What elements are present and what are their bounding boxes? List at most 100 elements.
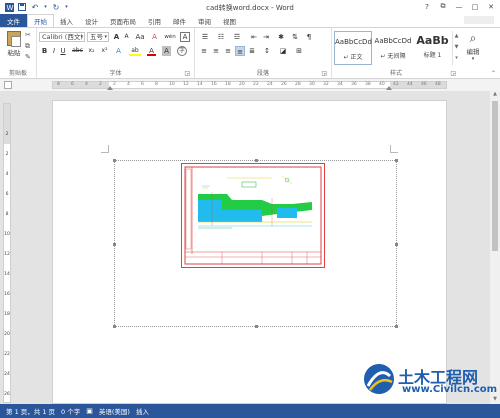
style-normal[interactable]: AaBbCcDd ↵ 正文: [334, 31, 372, 65]
chevron-down-icon[interactable]: ▼: [453, 42, 460, 53]
font-name-combo[interactable]: Calibri (西文) ▾: [39, 32, 85, 42]
highlight-icon[interactable]: ab: [129, 46, 141, 56]
tab-home[interactable]: 开始: [27, 14, 54, 27]
numbering-icon[interactable]: ☷: [215, 32, 227, 42]
resize-handle[interactable]: [395, 243, 398, 246]
close-button[interactable]: ✕: [484, 1, 498, 12]
bold-icon[interactable]: B: [40, 46, 49, 56]
phonetic-guide-icon[interactable]: wén: [163, 32, 177, 42]
change-case-icon[interactable]: Aa: [134, 32, 146, 42]
ruler-tick-label: 10: [4, 232, 10, 237]
scrollbar-thumb[interactable]: [492, 101, 498, 251]
resize-handle[interactable]: [113, 159, 116, 162]
character-shading-icon[interactable]: A: [162, 46, 171, 56]
shading-icon[interactable]: ◪: [277, 46, 289, 56]
style-heading-1[interactable]: AaBb 标题 1: [414, 31, 451, 65]
resize-handle[interactable]: [395, 325, 398, 328]
copy-icon[interactable]: ⧉: [25, 43, 33, 50]
superscript-icon[interactable]: x²: [99, 46, 110, 56]
cad-drawing-image[interactable]: [181, 163, 325, 268]
font-size-value: 五号: [90, 33, 103, 41]
tab-insert[interactable]: 插入: [54, 14, 79, 27]
resize-handle[interactable]: [255, 325, 258, 328]
sort-icon[interactable]: ⇅: [290, 32, 300, 42]
maximize-button[interactable]: □: [468, 1, 482, 12]
text-effects-icon[interactable]: A: [114, 46, 123, 56]
ruler-tick-label: 6: [5, 192, 9, 197]
borders-icon[interactable]: ⊞: [293, 46, 305, 56]
tab-mailings[interactable]: 邮件: [167, 14, 192, 27]
align-left-icon[interactable]: ≡: [199, 46, 209, 56]
tab-file[interactable]: 文件: [0, 14, 27, 27]
clear-formatting-icon[interactable]: A: [150, 32, 159, 42]
resize-handle[interactable]: [113, 243, 116, 246]
strikethrough-icon[interactable]: abc: [71, 46, 84, 56]
shrink-font-icon[interactable]: A: [122, 32, 131, 42]
ribbon-tabs: 文件 开始 插入 设计 页面布局 引用 邮件 审阅 视图: [0, 14, 500, 27]
horizontal-ruler[interactable]: 8 6 4 2 2 4 6 8 10 12 14 16 18 20 22 24 26 28 30 32 34 36 38 40…: [52, 81, 447, 90]
chevron-up-icon[interactable]: ▲: [453, 31, 460, 42]
format-painter-icon[interactable]: ✎: [25, 54, 33, 61]
align-center-icon[interactable]: ≡: [211, 46, 221, 56]
font-color-icon[interactable]: A: [147, 46, 156, 56]
styles-gallery-scroll[interactable]: ▲ ▼ ▾: [452, 31, 460, 65]
show-marks-icon[interactable]: ¶: [304, 32, 314, 42]
word-count[interactable]: 0 个字: [61, 406, 80, 416]
more-styles-icon[interactable]: ▾: [453, 53, 460, 64]
ruler-tick-label: 36: [351, 82, 357, 87]
font-dialog-launcher-icon[interactable]: ◲: [184, 70, 190, 77]
editing-button[interactable]: ⌕ 编辑 ▾: [463, 31, 483, 62]
tab-design[interactable]: 设计: [79, 14, 104, 27]
insert-mode[interactable]: 插入: [136, 406, 149, 416]
ribbon-display-button[interactable]: ⧉: [436, 1, 450, 12]
style-no-spacing[interactable]: AaBbCcDd ↵ 无间隔: [373, 31, 413, 65]
multilevel-list-icon[interactable]: ☲: [231, 32, 243, 42]
distributed-icon[interactable]: ≣: [247, 46, 257, 56]
ruler-tick-label: 2: [5, 152, 9, 157]
justify-icon[interactable]: ≡: [235, 46, 245, 56]
styles-dialog-launcher-icon[interactable]: ◲: [450, 70, 456, 77]
language-indicator[interactable]: 英语(美国): [99, 406, 130, 416]
margin-corner: [101, 145, 109, 153]
right-indent-marker-icon[interactable]: [386, 86, 392, 90]
tab-references[interactable]: 引用: [142, 14, 167, 27]
grow-font-icon[interactable]: A: [112, 32, 121, 42]
bullets-icon[interactable]: ☰: [199, 32, 211, 42]
paste-button[interactable]: 粘贴: [5, 31, 23, 61]
vertical-scrollbar[interactable]: ▲ ▼: [490, 91, 500, 404]
account-area[interactable]: [464, 16, 494, 24]
ruler-tick-label: 18: [4, 312, 10, 317]
font-size-combo[interactable]: 五号 ▾: [87, 32, 109, 42]
increase-indent-icon[interactable]: ⇥: [261, 32, 271, 42]
tab-view[interactable]: 视图: [217, 14, 242, 27]
chinese-layout-icon[interactable]: ✱: [275, 32, 287, 42]
help-button[interactable]: ?: [420, 1, 434, 12]
watermark-logo: 土木工程网 www.Civilcn.com: [362, 360, 498, 400]
indent-marker-icon[interactable]: [107, 86, 113, 90]
scroll-up-icon[interactable]: ▲: [490, 91, 500, 99]
style-sample: AaBbCcDd: [335, 38, 372, 46]
vertical-ruler[interactable]: 2 2 4 6 8 10 12 14 16 18 20 22 24 26: [3, 103, 11, 403]
cut-icon[interactable]: ✂: [25, 32, 33, 39]
subscript-icon[interactable]: x₂: [86, 46, 97, 56]
resize-handle[interactable]: [255, 159, 258, 162]
tab-selector-icon[interactable]: [4, 81, 12, 89]
tab-review[interactable]: 审阅: [192, 14, 217, 27]
paragraph-dialog-launcher-icon[interactable]: ◲: [321, 70, 327, 77]
ruler-tick-label: 42: [393, 82, 399, 87]
resize-handle[interactable]: [113, 325, 116, 328]
decrease-indent-icon[interactable]: ⇤: [249, 32, 259, 42]
tab-page-layout[interactable]: 页面布局: [104, 14, 142, 27]
line-spacing-icon[interactable]: ↕: [261, 46, 273, 56]
minimize-button[interactable]: —: [452, 1, 466, 12]
italic-icon[interactable]: I: [50, 46, 58, 56]
collapse-ribbon-icon[interactable]: ⌃: [491, 70, 496, 77]
enclose-characters-icon[interactable]: 字: [177, 46, 187, 56]
ruler-tick-label: 20: [4, 332, 10, 337]
resize-handle[interactable]: [395, 159, 398, 162]
proofing-icon[interactable]: ▣: [86, 407, 93, 415]
align-right-icon[interactable]: ≡: [223, 46, 233, 56]
underline-icon[interactable]: U: [59, 46, 67, 56]
character-border-icon[interactable]: A: [180, 32, 190, 42]
page-count[interactable]: 第 1 页，共 1 页: [6, 406, 55, 416]
